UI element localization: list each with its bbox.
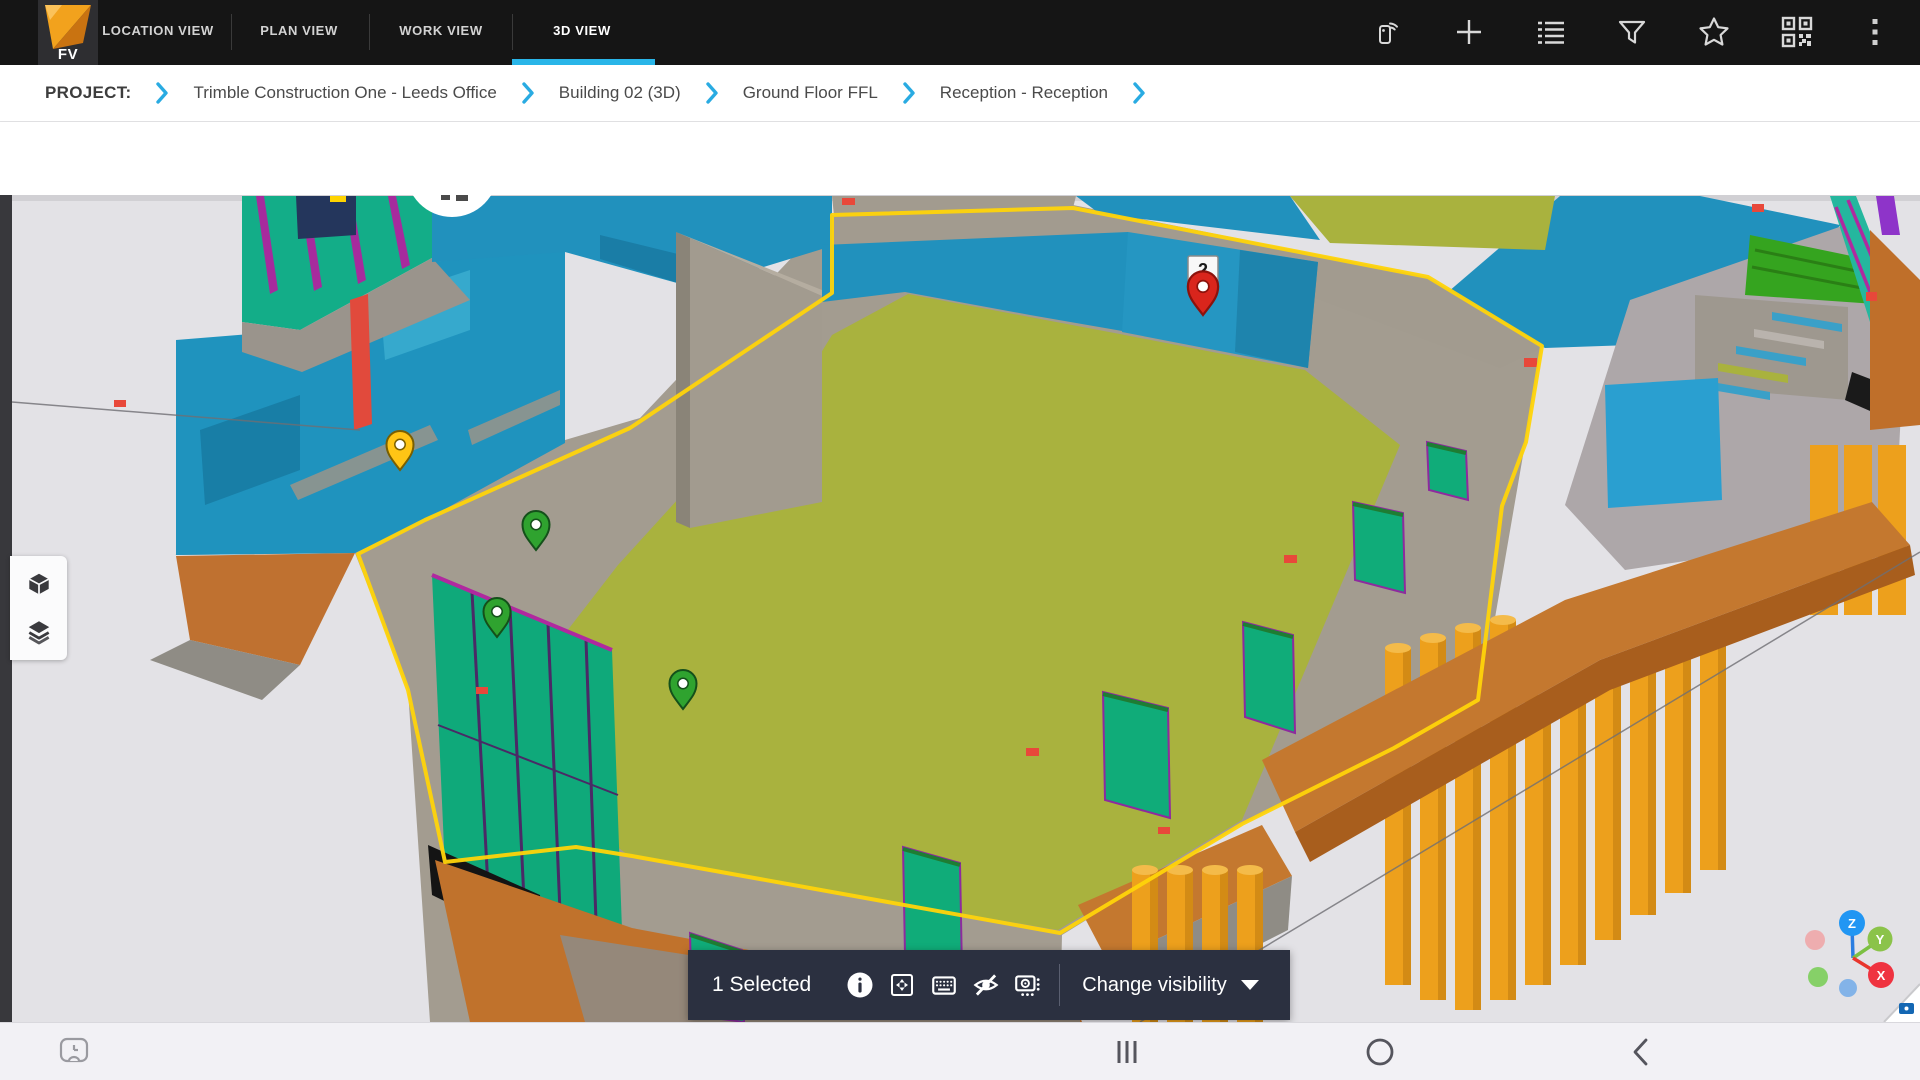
top-app-bar: FV LOCATION VIEW PLAN VIEW WORK VIEW 3D … — [0, 0, 1920, 65]
breadcrumb-item-project[interactable]: Trimble Construction One - Leeds Office — [193, 83, 496, 103]
view-toolbar — [0, 122, 1920, 195]
qr-scan-icon[interactable] — [1777, 12, 1817, 52]
list-icon[interactable] — [1531, 12, 1571, 52]
tab-label: WORK VIEW — [399, 23, 482, 38]
info-button[interactable] — [839, 964, 881, 1006]
chevron-right-icon — [155, 82, 169, 104]
grid-button[interactable] — [923, 964, 965, 1006]
layers-button[interactable] — [19, 612, 59, 652]
breadcrumb-item-building[interactable]: Building 02 (3D) — [559, 83, 681, 103]
filter-icon[interactable] — [1612, 12, 1652, 52]
logo-text: FV — [38, 46, 98, 63]
grid-icon — [930, 971, 958, 999]
fit-view-icon — [888, 971, 916, 999]
tab-label: 3D VIEW — [553, 23, 611, 38]
3d-model-canvas[interactable]: 2 Z Y X — [0, 195, 1920, 1022]
chevron-right-icon — [902, 82, 916, 104]
selection-bar-separator — [1059, 964, 1060, 1006]
breadcrumb-project-label: PROJECT: — [45, 83, 131, 103]
cube-solid-icon — [25, 570, 53, 598]
change-visibility-button[interactable]: Change visibility — [1082, 974, 1227, 997]
caret-down-icon[interactable] — [1241, 980, 1259, 990]
tab-plan-view[interactable]: PLAN VIEW — [246, 0, 352, 60]
change-appearance-button[interactable] — [1007, 964, 1049, 1006]
fit-to-view-button[interactable] — [881, 964, 923, 1006]
tab-separator — [369, 14, 370, 50]
3d-viewport[interactable]: 2 Z Y X — [0, 195, 1920, 1022]
add-icon[interactable] — [1449, 12, 1489, 52]
star-icon[interactable] — [1694, 12, 1734, 52]
selection-count: 1 Selected — [712, 973, 811, 997]
selection-bar: 1 Selected Change visibility — [688, 950, 1290, 1020]
tab-3d-view[interactable]: 3D VIEW — [526, 0, 638, 60]
chevron-right-icon — [521, 82, 535, 104]
axis-negative-y[interactable] — [1808, 967, 1828, 987]
tab-separator — [231, 14, 232, 50]
axis-negative-z[interactable] — [1839, 979, 1857, 997]
device-sync-icon[interactable] — [1365, 12, 1405, 52]
tab-separator — [512, 14, 513, 50]
app-window: FV LOCATION VIEW PLAN VIEW WORK VIEW 3D … — [0, 0, 1920, 1080]
eye-off-icon — [971, 970, 1001, 1000]
recent-apps-button[interactable] — [1103, 1023, 1151, 1080]
axis-x-label: X — [1877, 968, 1886, 983]
tab-label: LOCATION VIEW — [102, 23, 214, 38]
app-logo[interactable]: FV — [38, 0, 98, 65]
system-navbar — [0, 1022, 1920, 1080]
breadcrumb-item-room[interactable]: Reception - Reception — [940, 83, 1108, 103]
hide-element-button[interactable] — [965, 964, 1007, 1006]
model-tree-button[interactable] — [19, 564, 59, 604]
chevron-right-icon — [1132, 82, 1146, 104]
axis-y-label: Y — [1876, 932, 1885, 947]
left-tools-panel — [10, 556, 67, 660]
overflow-menu-icon[interactable] — [1857, 12, 1893, 52]
tab-location-view[interactable]: LOCATION VIEW — [98, 0, 218, 60]
screenshot-tool-icon[interactable] — [48, 1023, 100, 1080]
axis-z-label: Z — [1848, 916, 1856, 931]
tab-work-view[interactable]: WORK VIEW — [386, 0, 496, 60]
info-icon — [846, 971, 874, 999]
appearance-icon — [1013, 970, 1043, 1000]
axis-negative-x[interactable] — [1805, 930, 1825, 950]
layers-icon — [25, 618, 53, 646]
breadcrumb-item-floor[interactable]: Ground Floor FFL — [743, 83, 878, 103]
chevron-right-icon — [705, 82, 719, 104]
home-button[interactable] — [1356, 1023, 1404, 1080]
tab-label: PLAN VIEW — [260, 23, 338, 38]
back-button[interactable] — [1616, 1023, 1664, 1080]
breadcrumb: PROJECT: Trimble Construction One - Leed… — [0, 65, 1920, 122]
